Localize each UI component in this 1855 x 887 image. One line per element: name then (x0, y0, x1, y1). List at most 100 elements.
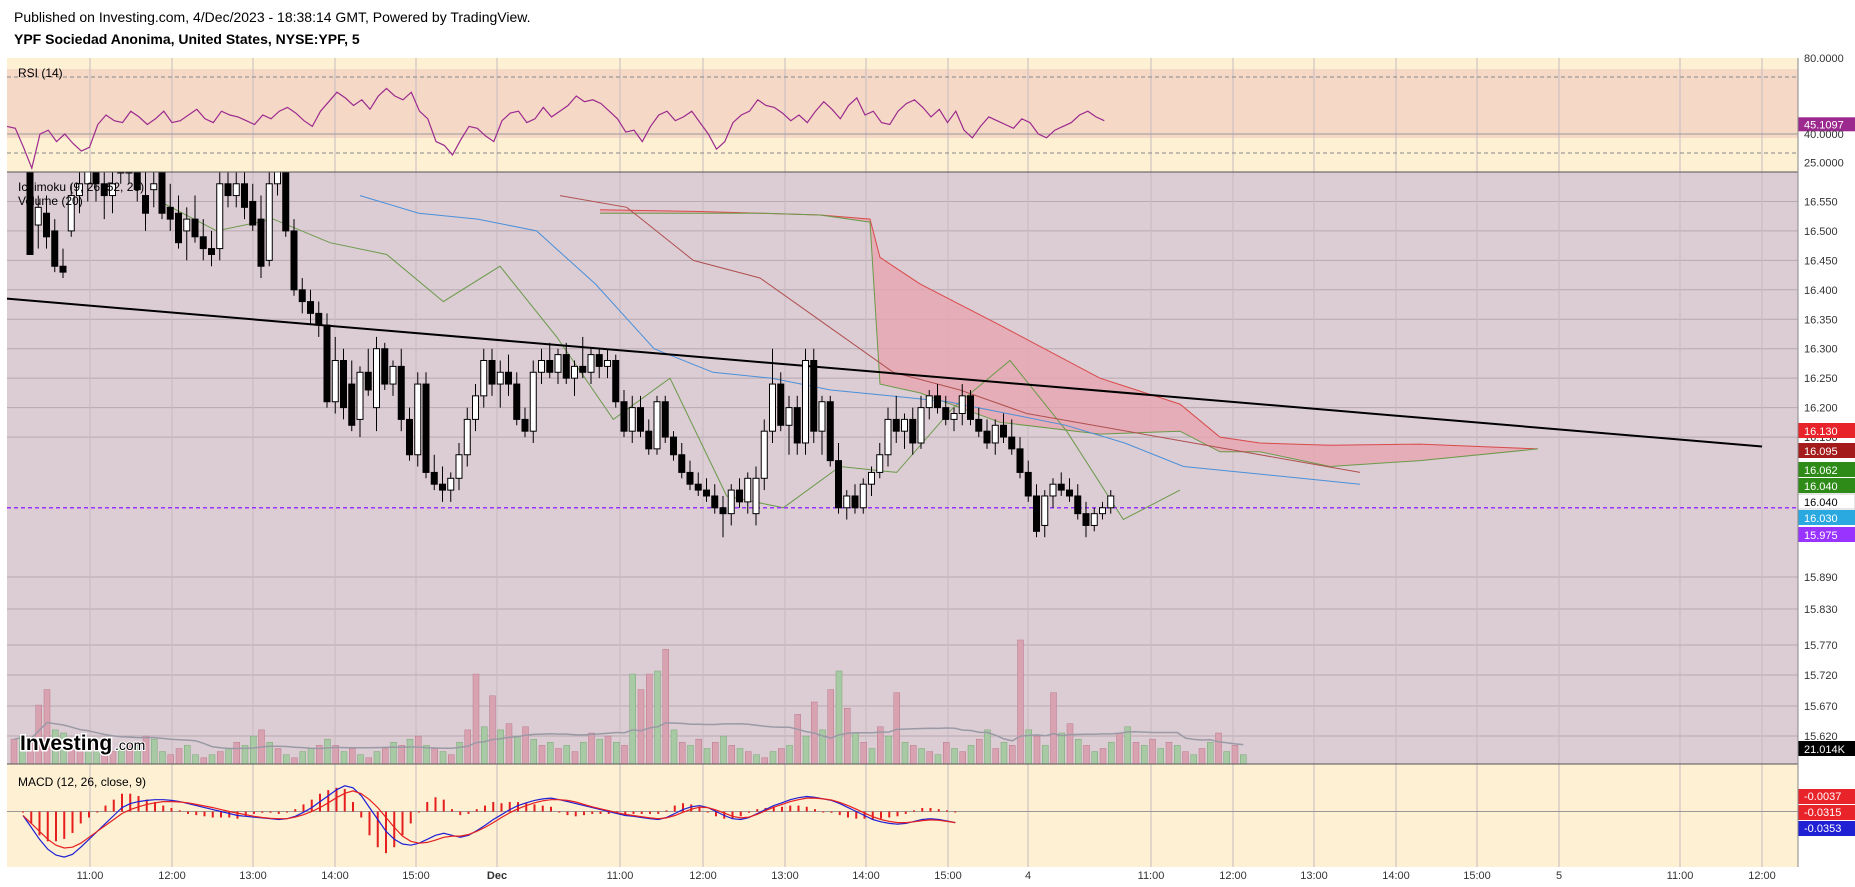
volume-bar (250, 735, 257, 765)
macd-histogram-bar (921, 807, 924, 812)
macd-histogram-bar (649, 811, 651, 814)
volume-bar (101, 754, 108, 765)
candle-body (43, 212, 50, 238)
candle-body (901, 418, 908, 432)
candle-body (199, 236, 207, 250)
volume-bar (695, 738, 702, 765)
volume-bar (827, 689, 834, 765)
volume-bar (1058, 732, 1065, 765)
volume-bar (753, 754, 760, 765)
macd-histogram-bar (22, 811, 24, 813)
volume-bar (943, 742, 950, 765)
volume-bar (1000, 742, 1008, 765)
macd-histogram-bar (220, 811, 222, 818)
volume-bar (934, 754, 942, 765)
candle-body (447, 477, 455, 491)
volume-bar (1198, 748, 1206, 765)
macd-histogram-bar (822, 811, 825, 813)
candle-body (612, 359, 620, 403)
macd-value-label: -0.0037 (1804, 791, 1841, 803)
candle-body (356, 371, 364, 420)
price-value-label: 16.095 (1804, 446, 1838, 458)
volume-bar (1091, 751, 1098, 765)
volume-bar (670, 729, 678, 765)
volume-bar (1083, 745, 1090, 765)
volume-bar (571, 751, 579, 765)
macd-histogram-bar (484, 805, 486, 812)
candle-body (884, 418, 892, 456)
time-tick-label: 11:00 (77, 870, 104, 882)
candle-body (1033, 495, 1040, 532)
candle-body (51, 230, 59, 267)
candle-body (1016, 448, 1024, 473)
volume-bar (637, 689, 645, 765)
macd-histogram-bar (541, 805, 544, 812)
volume-bar (662, 649, 669, 765)
price-value-label: 21.014K (1804, 744, 1846, 756)
volume-bar (184, 745, 191, 765)
macd-histogram-bar (517, 802, 519, 812)
macd-histogram-bar (847, 811, 849, 818)
candle-body (1049, 483, 1057, 497)
volume-bar (967, 745, 975, 765)
volume-bar (10, 738, 18, 765)
candle-body (364, 371, 372, 391)
macd-histogram-bar (96, 811, 99, 813)
price-tick-label: 16.300 (1804, 344, 1838, 356)
macd-histogram-bar (913, 810, 915, 812)
candle-body (158, 171, 166, 214)
macd-histogram-bar (591, 811, 594, 814)
macd-histogram-bar (55, 811, 57, 842)
volume-bar (1009, 745, 1016, 765)
volume-bar (522, 726, 529, 765)
volume-bar (1174, 745, 1181, 765)
volume-bar (1190, 754, 1197, 765)
candle-body (686, 471, 694, 485)
macd-histogram-bar (178, 810, 181, 812)
time-tick-label: 12:00 (1748, 870, 1776, 882)
candle-body (620, 401, 628, 432)
macd-histogram-bar (451, 809, 453, 812)
volume-bar (786, 745, 793, 765)
volume-bar (1165, 742, 1173, 765)
candle-body (422, 383, 430, 473)
volume-bar (1149, 738, 1156, 765)
candle-body (595, 354, 603, 367)
candle-body (793, 407, 801, 444)
time-tick-label: 5 (1556, 870, 1562, 882)
macd-histogram-bar (294, 809, 297, 812)
time-tick-label: 12:00 (158, 870, 186, 882)
macd-histogram-bar (352, 802, 354, 812)
time-tick-label: 13:00 (1300, 870, 1328, 882)
macd-histogram-bar (640, 811, 643, 814)
volume-bar (208, 754, 216, 765)
volume-bar (1240, 754, 1247, 765)
price-tick-label: 15.830 (1804, 604, 1838, 616)
candle-body (290, 230, 298, 291)
macd-histogram-bar (63, 811, 66, 839)
macd-histogram-bar (805, 806, 808, 812)
macd-histogram-bar (533, 804, 536, 812)
candle-body (942, 407, 950, 420)
candle-body (513, 383, 521, 420)
candle-body (967, 395, 974, 420)
macd-histogram-bar (748, 811, 750, 813)
macd-histogram-bar (261, 811, 264, 813)
macd-histogram-bar (269, 811, 272, 813)
candle-body (579, 365, 587, 373)
volume-bar (340, 751, 348, 765)
candle-body (166, 206, 174, 220)
volume-bar (1207, 742, 1214, 765)
time-tick-label: 11:00 (1138, 870, 1165, 882)
price-tick-label: 15.770 (1804, 640, 1838, 652)
stock-chart[interactable]: 45.1097 -0.0037-0.0315-0.0353 16.55016.5… (0, 0, 1855, 887)
candle-body (232, 183, 240, 197)
logo-suffix: .com (115, 737, 145, 753)
volume-bar (769, 751, 777, 765)
macd-legend: MACD (12, 26, close, 9) (18, 775, 146, 789)
macd-histogram-bar (30, 811, 33, 824)
volume-bar (588, 732, 595, 765)
candle-body (1082, 513, 1090, 526)
volume-bar (563, 745, 570, 765)
macd-histogram-bar (731, 811, 734, 819)
